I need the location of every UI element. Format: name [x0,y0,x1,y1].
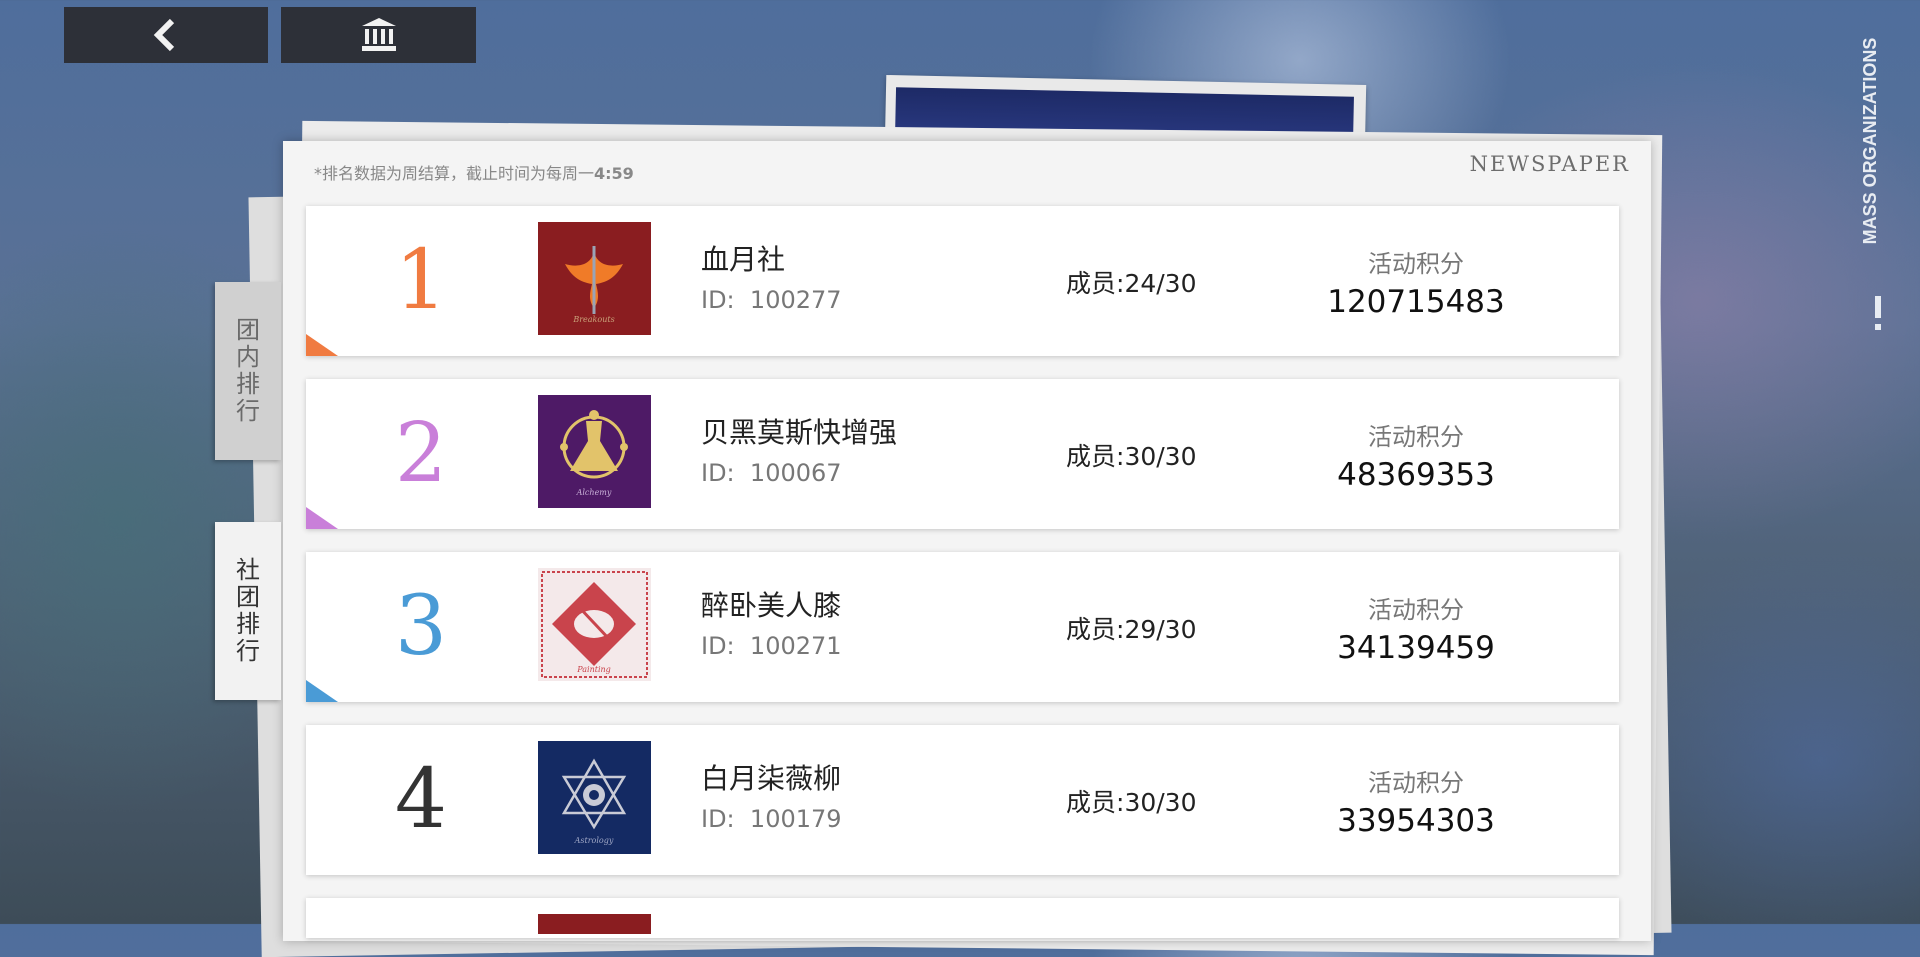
club-name: 贝黑莫斯快增强 [701,416,898,449]
svg-text:Painting: Painting [576,665,611,674]
scroll-indicator [1875,296,1883,336]
rank-number: 4 [394,752,448,847]
club-emblem: Astrology [538,741,651,854]
ranking-row[interactable]: 4 Astrology 白月柒薇柳 ID: 100179 成员:30/30 活动… [306,725,1619,875]
club-members: 成员:24/30 [1066,269,1197,298]
club-members: 成员:29/30 [1066,615,1197,644]
tab-club-ranking[interactable]: 社团排行 [215,522,281,700]
newspaper-label: NEWSPAPER [1469,152,1630,176]
tab-inner-ranking[interactable]: 团内排行 [215,282,281,460]
club-emblem: Painting [538,568,651,681]
chevron-left-icon [153,18,175,52]
svg-text:Astrology: Astrology [574,836,614,845]
svg-text:Breakouts: Breakouts [572,315,614,324]
rank-number: 3 [394,579,448,674]
club-members: 成员:30/30 [1066,442,1197,471]
ranking-row[interactable]: 3 Painting 醉卧美人膝 ID: 100271 成员:29/30 活动积… [306,552,1619,702]
ranking-row[interactable]: 1 Breakouts 血月社 ID: 100277 成员:24/30 活动积分… [306,206,1619,356]
club-id: ID: 100067 [701,459,842,487]
club-name: 血月社 [701,243,786,276]
score-label: 活动积分 [1368,596,1464,624]
bank-icon [361,18,396,51]
score-label: 活动积分 [1368,769,1464,797]
side-title: MASS ORGANIZATIONS [1860,37,1880,245]
activity-score: 34139459 [1337,630,1495,666]
ranking-notice: *排名数据为周结算，截止时间为每周一4:59 [314,164,634,183]
rank-number: 2 [394,406,448,501]
activity-score: 120715483 [1327,284,1505,320]
back-button[interactable] [64,7,268,63]
svg-text:Alchemy: Alchemy [576,488,612,497]
club-id: ID: 100271 [701,632,842,660]
club-emblem [538,914,651,934]
club-id: ID: 100277 [701,286,842,314]
ranking-row[interactable]: 2 Alchemy 贝黑莫斯快增强 ID: 100067 成员:30/30 活动… [306,379,1619,529]
club-id: ID: 100179 [701,805,842,833]
club-emblem: Alchemy [538,395,651,508]
home-button[interactable] [281,7,476,63]
club-name: 白月柒薇柳 [701,762,842,795]
ranking-row-partial[interactable] [306,898,1619,938]
club-members: 成员:30/30 [1066,788,1197,817]
rank-number: 1 [394,233,448,328]
activity-score: 48369353 [1337,457,1495,493]
score-label: 活动积分 [1368,250,1464,278]
club-name: 醉卧美人膝 [701,589,842,622]
score-label: 活动积分 [1368,423,1464,451]
club-emblem: Breakouts [538,222,651,335]
activity-score: 33954303 [1337,803,1495,839]
